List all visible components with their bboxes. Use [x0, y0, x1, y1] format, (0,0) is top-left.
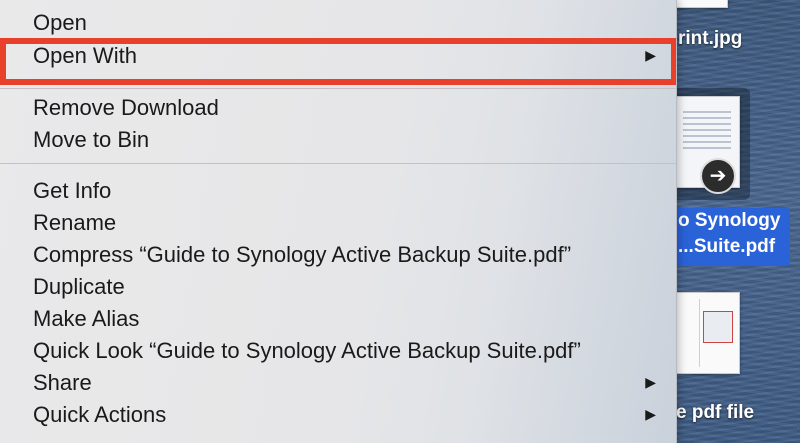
- page-preview-left: [683, 299, 700, 367]
- menu-item-remove-download[interactable]: Remove Download: [0, 92, 676, 124]
- submenu-arrow-icon: ▶: [645, 407, 656, 423]
- menu-item-open[interactable]: Open: [0, 7, 676, 39]
- menu-item-label: Open: [33, 10, 87, 35]
- selected-file-label-line2: ...Suite.pdf: [678, 236, 776, 257]
- page-preview-thumbnail: [703, 311, 733, 343]
- menu-item-duplicate[interactable]: Duplicate: [0, 271, 676, 303]
- document-preview-lines: [683, 111, 731, 151]
- pdf-file-label[interactable]: e pdf file: [676, 402, 754, 424]
- menu-item-move-to-bin[interactable]: Move to Bin: [0, 124, 676, 156]
- menu-item-share[interactable]: Share ▶: [0, 367, 676, 399]
- menu-item-label: Quick Look “Guide to Synology Active Bac…: [33, 338, 581, 363]
- menu-item-label: Remove Download: [33, 95, 219, 120]
- submenu-arrow-icon: ▶: [645, 375, 656, 391]
- highlight-annotation-box: [0, 38, 676, 85]
- menu-item-get-info[interactable]: Get Info: [0, 175, 676, 207]
- selected-file-label-line1: o Synology: [678, 210, 781, 231]
- context-menu: Open Open With ▶ Remove Download Move to…: [0, 0, 677, 443]
- menu-item-compress[interactable]: Compress “Guide to Synology Active Backu…: [0, 239, 676, 271]
- jpg-file-label[interactable]: rint.jpg: [678, 28, 742, 50]
- menu-item-label: Compress “Guide to Synology Active Backu…: [33, 242, 572, 267]
- download-arrow-icon: ➔: [700, 158, 736, 194]
- menu-item-quick-look[interactable]: Quick Look “Guide to Synology Active Bac…: [0, 335, 676, 367]
- menu-item-quick-actions[interactable]: Quick Actions ▶: [0, 399, 676, 431]
- menu-item-make-alias[interactable]: Make Alias: [0, 303, 676, 335]
- menu-separator: [0, 88, 676, 89]
- menu-item-label: Duplicate: [33, 274, 125, 299]
- menu-item-label: Move to Bin: [33, 127, 150, 152]
- selected-file-label[interactable]: o Synology ...Suite.pdf: [664, 208, 790, 266]
- menu-item-label: Quick Actions: [33, 402, 167, 427]
- menu-separator: [0, 163, 676, 164]
- menu-item-label: Get Info: [33, 178, 112, 203]
- menu-item-label: Rename: [33, 210, 117, 235]
- menu-item-label: Share: [33, 370, 92, 395]
- menu-item-rename[interactable]: Rename: [0, 207, 676, 239]
- pdf-file-icon-2[interactable]: [676, 292, 740, 374]
- menu-item-label: Make Alias: [33, 306, 140, 331]
- jpg-file-icon[interactable]: [676, 0, 728, 8]
